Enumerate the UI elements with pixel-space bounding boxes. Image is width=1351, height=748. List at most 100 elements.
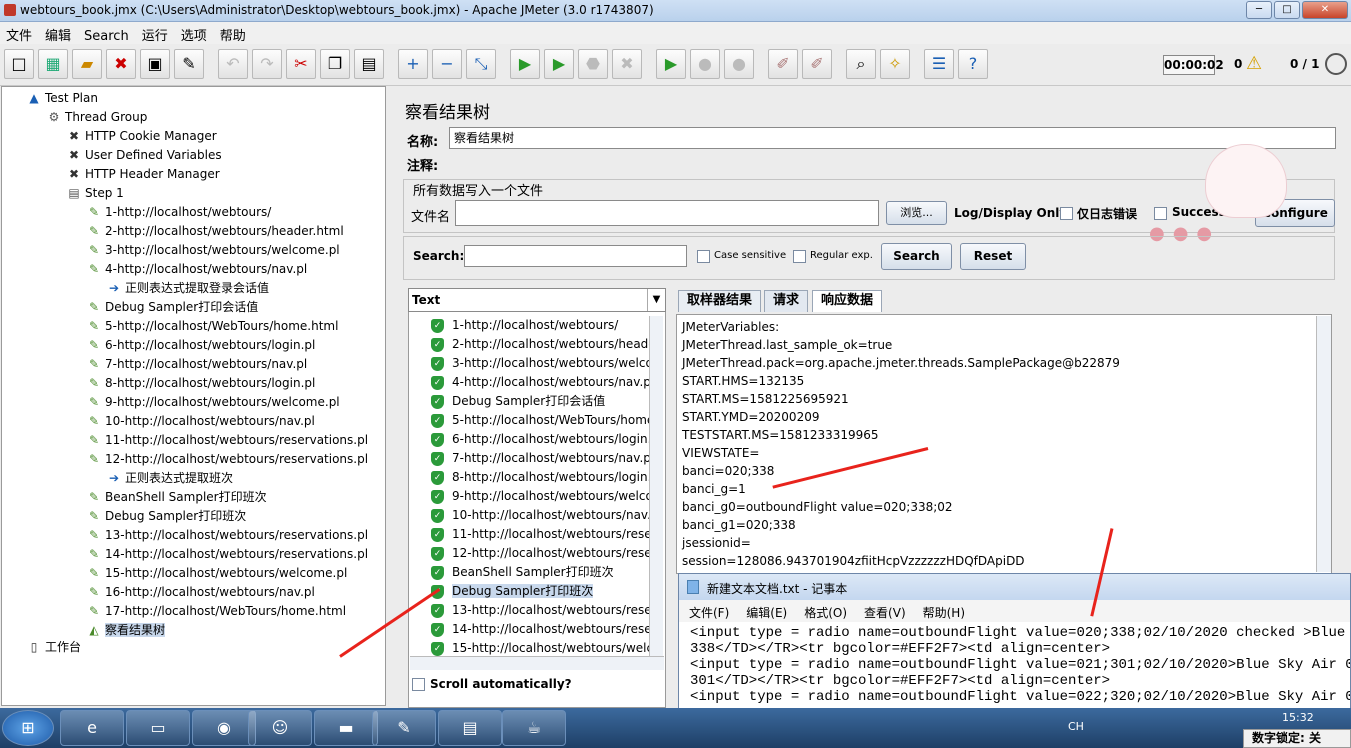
minimize-button[interactable]: ─ bbox=[1246, 1, 1272, 19]
tree-item[interactable]: ▯ 工作台 bbox=[26, 638, 81, 657]
tree-item[interactable]: ✖ HTTP Header Manager bbox=[66, 165, 220, 184]
notepad-menu-file[interactable]: 文件(F) bbox=[679, 600, 736, 621]
result-item[interactable]: ✓ 8-http://localhost/webtours/login.pl bbox=[431, 468, 653, 487]
save-icon[interactable]: ▣ bbox=[140, 49, 170, 79]
explorer-icon[interactable]: ▭ bbox=[126, 710, 190, 746]
browse-button[interactable]: 浏览... bbox=[886, 201, 947, 225]
result-item[interactable]: ✓ 6-http://localhost/webtours/login.pl bbox=[431, 430, 653, 449]
maximize-button[interactable]: □ bbox=[1274, 1, 1300, 19]
tree-item[interactable]: ✎ 16-http://localhost/webtours/nav.pl bbox=[86, 583, 315, 602]
result-item[interactable]: ✓ 13-http://localhost/webtours/reserva bbox=[431, 601, 653, 620]
result-item[interactable]: ✓ 12-http://localhost/webtours/reserva bbox=[431, 544, 653, 563]
help-icon[interactable]: ? bbox=[958, 49, 988, 79]
collapse-icon[interactable]: − bbox=[432, 49, 462, 79]
errors-checkbox[interactable] bbox=[1060, 207, 1073, 220]
case-sensitive-checkbox[interactable] bbox=[697, 250, 710, 263]
menu-help[interactable]: 帮助 bbox=[214, 22, 253, 44]
tree-item[interactable]: ➔ 正则表达式提取班次 bbox=[106, 469, 233, 488]
name-field[interactable]: 察看结果树 bbox=[449, 127, 1336, 149]
menu-file[interactable]: 文件 bbox=[0, 22, 39, 44]
result-item[interactable]: ✓ 5-http://localhost/WebTours/home.h bbox=[431, 411, 653, 430]
expand-icon[interactable]: + bbox=[398, 49, 428, 79]
tree-item[interactable]: ✎ 8-http://localhost/webtours/login.pl bbox=[86, 374, 315, 393]
ie-icon[interactable]: e bbox=[60, 710, 124, 746]
tree-item[interactable]: ✎ 17-http://localhost/WebTours/home.html bbox=[86, 602, 346, 621]
result-item[interactable]: ✓ 1-http://localhost/webtours/ bbox=[431, 316, 653, 335]
tree-item[interactable]: ✎ 13-http://localhost/webtours/reservatio… bbox=[86, 526, 368, 545]
result-item[interactable]: ✓ 14-http://localhost/webtours/reserva bbox=[431, 620, 653, 639]
search-input[interactable] bbox=[464, 245, 687, 267]
remote-stop-icon[interactable]: ● bbox=[690, 49, 720, 79]
close-button[interactable]: ✕ bbox=[1302, 1, 1348, 19]
tree-item[interactable]: ➔ 正则表达式提取登录会话值 bbox=[106, 279, 269, 298]
reset-button[interactable]: Reset bbox=[960, 243, 1026, 270]
tree-item[interactable]: ✎ 11-http://localhost/webtours/reservatio… bbox=[86, 431, 368, 450]
tree-item[interactable]: ✎ 10-http://localhost/webtours/nav.pl bbox=[86, 412, 315, 431]
tree-item[interactable]: ✎ Debug Sampler打印会话值 bbox=[86, 298, 258, 317]
notepad-menu-help[interactable]: 帮助(H) bbox=[913, 600, 972, 621]
remote-shutdown-icon[interactable]: ● bbox=[724, 49, 754, 79]
successes-checkbox[interactable] bbox=[1154, 207, 1167, 220]
tree-item[interactable]: ✖ HTTP Cookie Manager bbox=[66, 127, 217, 146]
start-button[interactable]: ⊞ bbox=[2, 710, 54, 746]
tree-item[interactable]: ▤ Step 1 bbox=[66, 184, 123, 203]
tree-item[interactable]: ✎ 6-http://localhost/webtours/login.pl bbox=[86, 336, 315, 355]
cmd-icon[interactable]: ▬ bbox=[314, 710, 378, 746]
comment-field[interactable] bbox=[449, 151, 1336, 173]
reset-search-icon[interactable]: ✧ bbox=[880, 49, 910, 79]
response-text-area[interactable]: JMeterVariables: JMeterThread.last_sample… bbox=[676, 314, 1332, 574]
menu-edit[interactable]: 编辑 bbox=[39, 22, 78, 44]
tab-sampler-result[interactable]: 取样器结果 bbox=[678, 290, 762, 312]
scroll-auto-checkbox[interactable] bbox=[412, 678, 425, 691]
tree-item[interactable]: ✎ 7-http://localhost/webtours/nav.pl bbox=[86, 355, 307, 374]
tree-item[interactable]: ✎ Debug Sampler打印班次 bbox=[86, 507, 246, 526]
result-item[interactable]: ✓ 3-http://localhost/webtours/welcome bbox=[431, 354, 653, 373]
redo-icon[interactable]: ↷ bbox=[252, 49, 282, 79]
start-icon[interactable]: ▶ bbox=[510, 49, 540, 79]
notepad-menu-format[interactable]: 格式(O) bbox=[794, 600, 854, 621]
new-icon[interactable]: □ bbox=[4, 49, 34, 79]
tree-item[interactable]: ✎ 14-http://localhost/webtours/reservatio… bbox=[86, 545, 368, 564]
menu-search[interactable]: Search bbox=[78, 26, 136, 44]
chevron-down-icon[interactable]: ▼ bbox=[647, 289, 665, 311]
regex-checkbox[interactable] bbox=[793, 250, 806, 263]
tree-item[interactable]: ✎ 4-http://localhost/webtours/nav.pl bbox=[86, 260, 307, 279]
notepad-task-icon[interactable]: ▤ bbox=[438, 710, 502, 746]
copy-icon[interactable]: ❐ bbox=[320, 49, 350, 79]
notepad-menu-view[interactable]: 查看(V) bbox=[854, 600, 913, 621]
result-item[interactable]: ✓ 10-http://localhost/webtours/nav.pl bbox=[431, 506, 653, 525]
clock[interactable]: 15:32 bbox=[1282, 711, 1314, 724]
result-item[interactable]: ✓ 4-http://localhost/webtours/nav.pl bbox=[431, 373, 653, 392]
result-item[interactable]: ✓ 2-http://localhost/webtours/header.h bbox=[431, 335, 653, 354]
tree-item[interactable]: ✎ 2-http://localhost/webtours/header.html bbox=[86, 222, 344, 241]
tree-item[interactable]: ▲ Test Plan bbox=[26, 89, 98, 108]
result-item[interactable]: ✓ 9-http://localhost/webtours/welcome bbox=[431, 487, 653, 506]
result-item[interactable]: ✓ BeanShell Sampler打印班次 bbox=[431, 563, 653, 582]
warning-icon[interactable]: ⚠ bbox=[1246, 53, 1262, 74]
stop-icon[interactable]: ⬣ bbox=[578, 49, 608, 79]
chrome-icon[interactable]: ◉ bbox=[192, 710, 256, 746]
input-language[interactable]: CH bbox=[1068, 720, 1084, 733]
result-list-hscrollbar[interactable] bbox=[410, 656, 664, 670]
search-button[interactable]: Search bbox=[881, 243, 952, 270]
result-item[interactable]: ✓Debug Sampler打印班次 bbox=[431, 582, 653, 601]
result-item[interactable]: ✓ Debug Sampler打印会话值 bbox=[431, 392, 653, 411]
result-list-scrollbar[interactable] bbox=[649, 316, 663, 656]
function-helper-icon[interactable]: ☰ bbox=[924, 49, 954, 79]
paste-icon[interactable]: ▤ bbox=[354, 49, 384, 79]
clear-icon[interactable]: ✐ bbox=[768, 49, 798, 79]
close-plan-icon[interactable]: ✖ bbox=[106, 49, 136, 79]
toggle-icon[interactable]: ⤡ bbox=[466, 49, 496, 79]
tree-item[interactable]: ✎ 9-http://localhost/webtours/welcome.pl bbox=[86, 393, 340, 412]
shutdown-icon[interactable]: ✖ bbox=[612, 49, 642, 79]
clear-all-icon[interactable]: ✐ bbox=[802, 49, 832, 79]
search-icon[interactable]: ⌕ bbox=[846, 49, 876, 79]
java-ee-icon[interactable]: ☕ bbox=[502, 710, 566, 746]
tree-item[interactable]: ✎ 5-http://localhost/WebTours/home.html bbox=[86, 317, 338, 336]
tree-item[interactable]: ✎ 1-http://localhost/webtours/ bbox=[86, 203, 271, 222]
renderer-select[interactable]: Text ▼ bbox=[408, 288, 666, 312]
feather-icon[interactable]: ✎ bbox=[372, 710, 436, 746]
tree-item[interactable]: ⚙ Thread Group bbox=[46, 108, 148, 127]
notepad-text[interactable]: <input type = radio name=outboundFlight … bbox=[679, 622, 1350, 712]
menu-options[interactable]: 选项 bbox=[175, 22, 214, 44]
